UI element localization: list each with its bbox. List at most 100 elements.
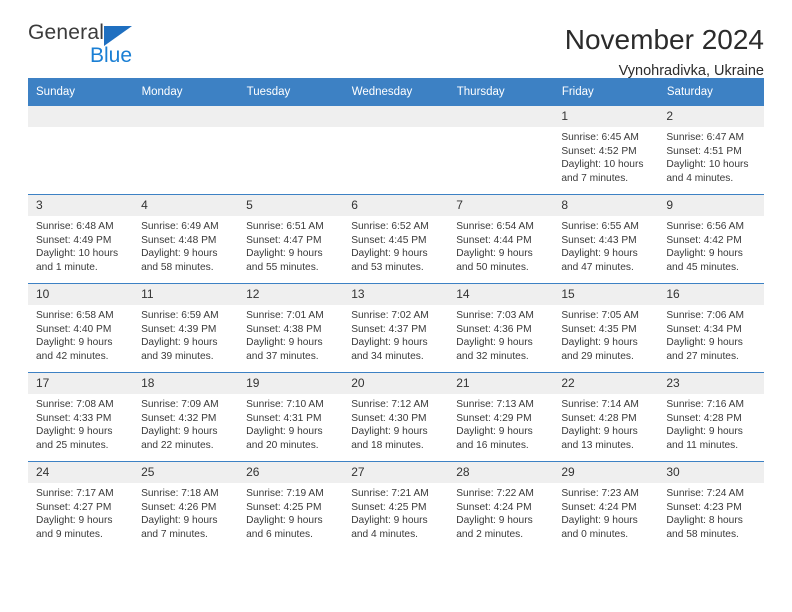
day-number — [28, 106, 134, 127]
sunset-text: Sunset: 4:35 PM — [561, 323, 637, 335]
calendar-day-cell[interactable]: 17 Sunrise: 7:08 AM Sunset: 4:33 PM Dayligh… — [28, 372, 134, 462]
daylight-text: Daylight: 9 hours and 37 minutes. — [246, 337, 323, 362]
day-details: Sunrise: 6:49 AM Sunset: 4:48 PM Daylight:… — [133, 216, 238, 274]
day-details: Sunrise: 7:22 AM Sunset: 4:24 PM Daylight:… — [448, 483, 553, 541]
calendar-day-cell[interactable]: 27 Sunrise: 7:21 AM Sunset: 4:25 PM Dayligh… — [343, 461, 449, 550]
day-number: 23 — [658, 373, 764, 394]
calendar-day-cell[interactable]: 24 Sunrise: 7:17 AM Sunset: 4:27 PM Dayligh… — [28, 461, 134, 550]
calendar-day-cell[interactable]: 26 Sunrise: 7:19 AM Sunset: 4:25 PM Dayligh… — [238, 461, 344, 550]
daylight-text: Daylight: 9 hours and 39 minutes. — [141, 337, 218, 362]
sunrise-text: Sunrise: 6:52 AM — [351, 221, 429, 232]
day-number: 4 — [133, 195, 239, 216]
sunrise-text: Sunrise: 7:22 AM — [456, 488, 534, 499]
day-number: 15 — [553, 284, 659, 305]
day-details: Sunrise: 6:51 AM Sunset: 4:47 PM Daylight:… — [238, 216, 343, 274]
sunset-text: Sunset: 4:24 PM — [456, 501, 532, 513]
daylight-text: Daylight: 9 hours and 53 minutes. — [351, 248, 428, 273]
calendar-day-cell[interactable]: 12 Sunrise: 7:01 AM Sunset: 4:38 PM Dayligh… — [238, 283, 344, 373]
calendar-day-cell[interactable]: 30 Sunrise: 7:24 AM Sunset: 4:23 PM Dayligh… — [658, 461, 764, 550]
calendar-day-cell[interactable]: 19 Sunrise: 7:10 AM Sunset: 4:31 PM Dayligh… — [238, 372, 344, 462]
calendar-day-cell[interactable]: 13 Sunrise: 7:02 AM Sunset: 4:37 PM Dayligh… — [343, 283, 449, 373]
sunset-text: Sunset: 4:39 PM — [141, 323, 217, 335]
sunset-text: Sunset: 4:47 PM — [246, 234, 322, 246]
daylight-text: Daylight: 9 hours and 42 minutes. — [36, 337, 113, 362]
day-details: Sunrise: 6:56 AM Sunset: 4:42 PM Daylight:… — [658, 216, 763, 274]
day-number: 21 — [448, 373, 554, 394]
calendar-day-cell[interactable]: 29 Sunrise: 7:23 AM Sunset: 4:24 PM Dayligh… — [553, 461, 659, 550]
calendar-day-cell[interactable]: 16 Sunrise: 7:06 AM Sunset: 4:34 PM Dayligh… — [658, 283, 764, 373]
sunset-text: Sunset: 4:37 PM — [351, 323, 427, 335]
sunset-text: Sunset: 4:38 PM — [246, 323, 322, 335]
calendar-day-cell[interactable]: 18 Sunrise: 7:09 AM Sunset: 4:32 PM Dayligh… — [133, 372, 239, 462]
daylight-text: Daylight: 9 hours and 20 minutes. — [246, 426, 323, 451]
sunrise-text: Sunrise: 7:06 AM — [666, 310, 744, 321]
day-details: Sunrise: 6:58 AM Sunset: 4:40 PM Daylight:… — [28, 305, 133, 363]
calendar-day-cell[interactable]: 10 Sunrise: 6:58 AM Sunset: 4:40 PM Dayligh… — [28, 283, 134, 373]
weekday-header-wednesday: Wednesday — [343, 78, 449, 106]
daylight-text: Daylight: 9 hours and 27 minutes. — [666, 337, 743, 362]
calendar-day-cell[interactable]: 11 Sunrise: 6:59 AM Sunset: 4:39 PM Dayligh… — [133, 283, 239, 373]
calendar-day-cell[interactable]: 3 Sunrise: 6:48 AM Sunset: 4:49 PM Daylight… — [28, 194, 134, 284]
day-number: 1 — [553, 106, 659, 127]
sunrise-text: Sunrise: 6:54 AM — [456, 221, 534, 232]
day-number: 3 — [28, 195, 134, 216]
day-number: 27 — [343, 462, 449, 483]
day-number: 13 — [343, 284, 449, 305]
calendar-day-cell[interactable]: 1 Sunrise: 6:45 AM Sunset: 4:52 PM Daylight… — [553, 106, 659, 195]
calendar-day-cell[interactable]: 2 Sunrise: 6:47 AM Sunset: 4:51 PM Daylight… — [658, 106, 764, 195]
sunrise-text: Sunrise: 6:59 AM — [141, 310, 219, 321]
daylight-text: Daylight: 9 hours and 9 minutes. — [36, 515, 113, 540]
daylight-text: Daylight: 9 hours and 25 minutes. — [36, 426, 113, 451]
calendar-day-cell[interactable]: 4 Sunrise: 6:49 AM Sunset: 4:48 PM Daylight… — [133, 194, 239, 284]
daylight-text: Daylight: 9 hours and 22 minutes. — [141, 426, 218, 451]
calendar-day-cell[interactable]: 14 Sunrise: 7:03 AM Sunset: 4:36 PM Dayligh… — [448, 283, 554, 373]
calendar-day-cell[interactable]: 15 Sunrise: 7:05 AM Sunset: 4:35 PM Dayligh… — [553, 283, 659, 373]
calendar-day-cell[interactable]: 5 Sunrise: 6:51 AM Sunset: 4:47 PM Daylight… — [238, 194, 344, 284]
day-details: Sunrise: 7:21 AM Sunset: 4:25 PM Daylight:… — [343, 483, 448, 541]
logo-text-general: General — [28, 21, 105, 44]
weekday-header-row: Sunday Monday Tuesday Wednesday Thursday… — [28, 78, 765, 106]
calendar-day-cell[interactable]: 20 Sunrise: 7:12 AM Sunset: 4:30 PM Dayligh… — [343, 372, 449, 462]
sunrise-text: Sunrise: 7:10 AM — [246, 399, 324, 410]
calendar-day-cell[interactable]: 21 Sunrise: 7:13 AM Sunset: 4:29 PM Dayligh… — [448, 372, 554, 462]
sunset-text: Sunset: 4:33 PM — [36, 412, 112, 424]
calendar-day-cell[interactable]: 22 Sunrise: 7:14 AM Sunset: 4:28 PM Dayligh… — [553, 372, 659, 462]
calendar-day-cell[interactable]: 9 Sunrise: 6:56 AM Sunset: 4:42 PM Daylight… — [658, 194, 764, 284]
sunrise-text: Sunrise: 6:47 AM — [666, 132, 744, 143]
calendar-day-cell[interactable]: 25 Sunrise: 7:18 AM Sunset: 4:26 PM Dayligh… — [133, 461, 239, 550]
sunrise-text: Sunrise: 7:05 AM — [561, 310, 639, 321]
day-number: 11 — [133, 284, 239, 305]
logo-triangle-icon — [104, 26, 132, 46]
day-number: 19 — [238, 373, 344, 394]
sunset-text: Sunset: 4:31 PM — [246, 412, 322, 424]
day-number: 24 — [28, 462, 134, 483]
calendar-day-cell[interactable]: 6 Sunrise: 6:52 AM Sunset: 4:45 PM Daylight… — [343, 194, 449, 284]
day-number: 7 — [448, 195, 554, 216]
calendar-cell-empty — [133, 106, 239, 195]
sunset-text: Sunset: 4:23 PM — [666, 501, 742, 513]
day-details: Sunrise: 6:47 AM Sunset: 4:51 PM Daylight:… — [658, 127, 763, 185]
sunset-text: Sunset: 4:28 PM — [561, 412, 637, 424]
calendar-day-cell[interactable]: 7 Sunrise: 6:54 AM Sunset: 4:44 PM Daylight… — [448, 194, 554, 284]
day-number: 29 — [553, 462, 659, 483]
daylight-text: Daylight: 9 hours and 55 minutes. — [246, 248, 323, 273]
calendar-day-cell[interactable]: 28 Sunrise: 7:22 AM Sunset: 4:24 PM Dayligh… — [448, 461, 554, 550]
sunset-text: Sunset: 4:34 PM — [666, 323, 742, 335]
sunrise-text: Sunrise: 7:08 AM — [36, 399, 114, 410]
sunrise-text: Sunrise: 7:09 AM — [141, 399, 219, 410]
sunset-text: Sunset: 4:40 PM — [36, 323, 112, 335]
calendar-cell-empty — [28, 106, 134, 195]
day-number: 12 — [238, 284, 344, 305]
calendar-day-cell[interactable]: 23 Sunrise: 7:16 AM Sunset: 4:28 PM Dayligh… — [658, 372, 764, 462]
day-number: 22 — [553, 373, 659, 394]
sunrise-text: Sunrise: 7:02 AM — [351, 310, 429, 321]
sunrise-text: Sunrise: 7:03 AM — [456, 310, 534, 321]
day-number: 10 — [28, 284, 134, 305]
sunset-text: Sunset: 4:25 PM — [246, 501, 322, 513]
daylight-text: Daylight: 9 hours and 50 minutes. — [456, 248, 533, 273]
daylight-text: Daylight: 9 hours and 6 minutes. — [246, 515, 323, 540]
calendar-table: Sunday Monday Tuesday Wednesday Thursday… — [28, 78, 765, 550]
daylight-text: Daylight: 10 hours and 1 minute. — [36, 248, 119, 273]
calendar-body: 1 Sunrise: 6:45 AM Sunset: 4:52 PM Daylight… — [28, 106, 764, 550]
calendar-day-cell[interactable]: 8 Sunrise: 6:55 AM Sunset: 4:43 PM Daylight… — [553, 194, 659, 284]
